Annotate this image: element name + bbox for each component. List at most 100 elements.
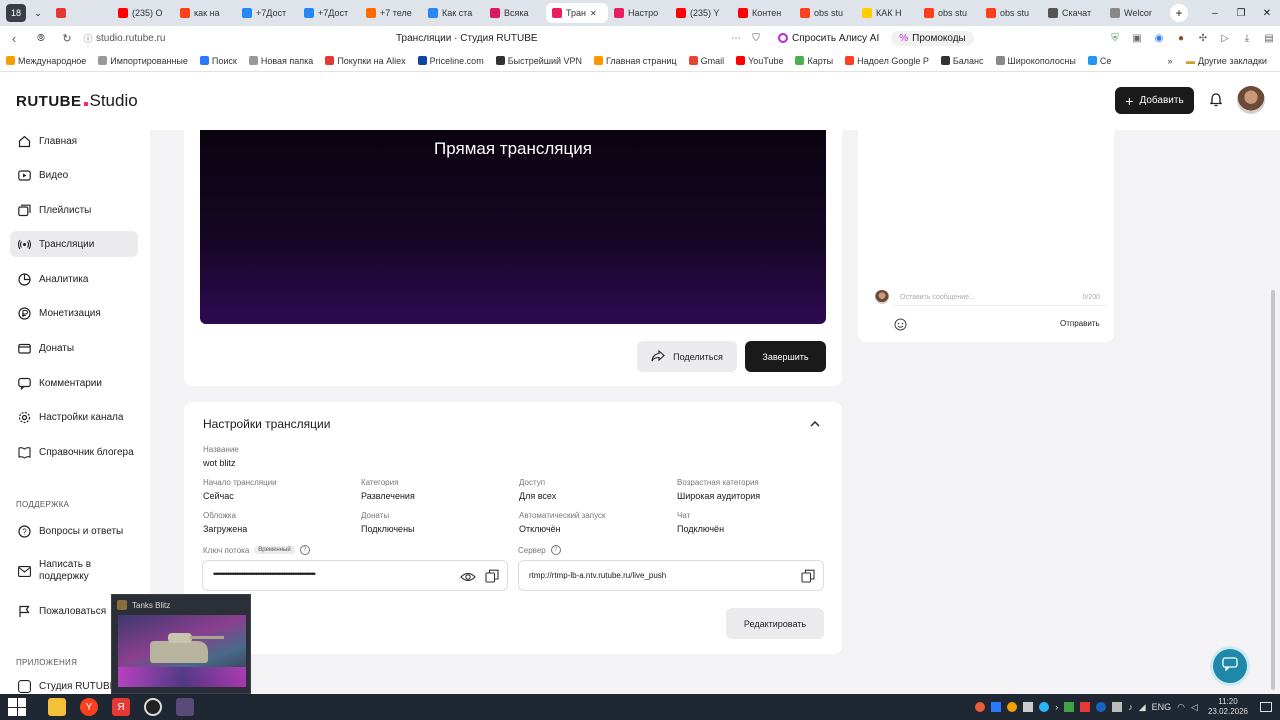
sidebar-item-faq[interactable]: ? Вопросы и ответы — [10, 518, 138, 544]
bookmark-item[interactable]: Gmail — [683, 56, 731, 66]
restore-icon[interactable]: ❐ — [1228, 8, 1254, 19]
add-button[interactable]: + Добавить — [1115, 87, 1194, 114]
browser-tab[interactable] — [50, 3, 112, 23]
sidebar-item-playlist[interactable]: Плейлисты — [10, 197, 138, 223]
chat-input[interactable]: Оставить сообщение... 0/200 — [894, 290, 1106, 306]
browser-tab[interactable]: (235) Y — [670, 3, 732, 23]
bookmark-item[interactable]: YouTube — [730, 56, 789, 66]
browser-tab[interactable]: Скачат — [1042, 3, 1104, 23]
obs-icon[interactable] — [144, 698, 162, 716]
browser-tab[interactable]: Тран ✕ — [546, 3, 608, 23]
extension-icon[interactable]: ▣ — [1126, 33, 1148, 44]
telegram-icon[interactable] — [1039, 702, 1050, 712]
clock[interactable]: 11:20 23.02.2026 — [1208, 697, 1248, 717]
tanks-blitz-taskbar-icon[interactable] — [176, 698, 194, 716]
bookmark-item[interactable]: Новая папка — [243, 56, 319, 66]
tray-chevron-icon[interactable]: › — [1055, 702, 1058, 712]
bookmark-item[interactable]: Международное — [0, 56, 92, 66]
emoji-icon[interactable] — [894, 318, 907, 331]
edit-button[interactable]: Редактировать — [726, 608, 824, 639]
volume-icon[interactable]: ♪ — [1128, 702, 1133, 712]
network-icon[interactable]: ◢ — [1139, 702, 1146, 713]
browser-tab[interactable]: obs stu — [794, 3, 856, 23]
sidebar-item-broadcast[interactable]: Трансляции — [10, 231, 138, 257]
browser-tab[interactable]: obs stu — [918, 3, 980, 23]
tray-icon-1[interactable] — [975, 702, 986, 712]
browser-tab[interactable]: Как ста — [422, 3, 484, 23]
file-explorer-icon[interactable] — [48, 698, 66, 716]
reload-icon[interactable]: ↻ — [54, 32, 80, 45]
browser-tab[interactable]: как на — [174, 3, 236, 23]
browser-tab[interactable]: КАК Н — [856, 3, 918, 23]
cookie-icon[interactable]: ● — [1170, 33, 1192, 44]
downloads-icon[interactable]: ⤓ — [1236, 33, 1258, 44]
collapse-chevron-icon[interactable] — [808, 417, 822, 429]
search-ext-icon[interactable]: ◉ — [1148, 33, 1170, 44]
start-icon[interactable] — [8, 698, 26, 716]
close-tab-icon[interactable]: ✕ — [590, 9, 597, 18]
sidebar-item-donate[interactable]: Донаты — [10, 335, 138, 361]
sidebar-item-video[interactable]: Видео — [10, 162, 138, 188]
browser-tab[interactable]: Welcor — [1104, 3, 1166, 23]
speaker-icon[interactable]: ◁ — [1191, 702, 1198, 713]
bell-icon[interactable] — [1208, 92, 1224, 108]
language-indicator[interactable]: ENG — [1152, 702, 1172, 712]
browser-tab[interactable]: Контен — [732, 3, 794, 23]
share-button[interactable]: Поделиться — [637, 341, 737, 372]
avatar[interactable] — [1237, 86, 1265, 114]
browser-tab[interactable]: obs stu — [980, 3, 1042, 23]
copy-server-icon[interactable] — [801, 569, 815, 583]
sidebar-item-write-support[interactable]: Написать в поддержку — [10, 556, 138, 586]
alice-button[interactable]: Спросить Алису AI — [770, 31, 887, 46]
yandex-browser-icon[interactable]: Y — [80, 698, 98, 716]
server-help-icon[interactable]: ? — [550, 545, 561, 555]
rutube-logo[interactable]: RUTUBE Studio — [16, 91, 138, 115]
bookmarks-overflow-icon[interactable]: » — [1160, 56, 1180, 66]
tab-list-chevron-icon[interactable]: ⌄ — [30, 8, 46, 19]
puzzle-icon[interactable]: ✣ — [1192, 33, 1214, 44]
bookmark-item[interactable]: Надоел Google P — [839, 56, 935, 66]
browser-tab[interactable]: +7Дост — [298, 3, 360, 23]
tray-icon-3[interactable] — [1007, 702, 1018, 712]
live-preview[interactable]: Прямая трансляция — [200, 130, 826, 324]
finish-button[interactable]: Завершить — [745, 341, 826, 372]
bookmark-item[interactable]: Покупки на Aliex — [319, 56, 411, 66]
other-bookmarks[interactable]: ▬ Другие закладки — [1180, 56, 1273, 66]
tray-icon-5[interactable] — [1064, 702, 1075, 712]
bookmark-item[interactable]: Импортированные — [92, 56, 194, 66]
help-icon[interactable]: ? — [299, 545, 310, 555]
new-tab-button[interactable]: + — [1170, 4, 1188, 22]
bookmark-item[interactable]: Главная страниц — [588, 56, 683, 66]
bookmark-item[interactable]: Priceline.com — [412, 56, 490, 66]
browser-tab[interactable]: +7Дост — [236, 3, 298, 23]
media-icon[interactable]: ▷ — [1214, 33, 1236, 44]
sidebar-item-ruble[interactable]: Монетизация — [10, 300, 138, 326]
bookmark-item[interactable]: Се — [1082, 56, 1118, 66]
url-text[interactable]: studio.rutube.ru — [96, 33, 386, 44]
support-chat-button[interactable] — [1213, 649, 1247, 683]
bluetooth-icon[interactable] — [1096, 702, 1107, 712]
bookmark-icon[interactable]: ⛉ — [746, 33, 766, 44]
profile-menu-icon[interactable]: ▤ — [1258, 33, 1280, 44]
tray-icon-6[interactable] — [1080, 702, 1091, 712]
tray-icon-7[interactable] — [1112, 702, 1123, 712]
shield-icon[interactable]: ⛨ — [1104, 33, 1126, 44]
sidebar-item-home[interactable]: Главная — [10, 128, 138, 154]
sidebar-item-comment[interactable]: Комментарии — [10, 370, 138, 396]
close-window-icon[interactable]: ✕ — [1254, 8, 1280, 19]
browser-tab[interactable]: (235) О — [112, 3, 174, 23]
yandex-icon[interactable]: Я — [112, 698, 130, 716]
bookmark-item[interactable]: Быстрейший VPN — [490, 56, 588, 66]
back-icon[interactable]: ‹ — [0, 31, 28, 46]
bookmark-item[interactable]: Поиск — [194, 56, 243, 66]
sidebar-item-analytics[interactable]: Аналитика — [10, 266, 138, 292]
more-icon[interactable]: ⋯ — [726, 33, 746, 44]
tray-icon-2[interactable] — [991, 702, 1002, 712]
yandex-protect-icon[interactable]: ⦾ — [28, 33, 54, 44]
browser-tab[interactable]: +7 телe — [360, 3, 422, 23]
browser-menu-icon[interactable]: 18 — [6, 4, 26, 22]
server-field[interactable]: rtmp://rtmp-lb-a.ntv.rutube.ru/live_push — [518, 560, 824, 591]
site-info-icon[interactable]: ⓘ — [80, 32, 96, 45]
eye-icon[interactable] — [460, 570, 476, 582]
promo-button[interactable]: % Промокоды — [891, 30, 974, 46]
